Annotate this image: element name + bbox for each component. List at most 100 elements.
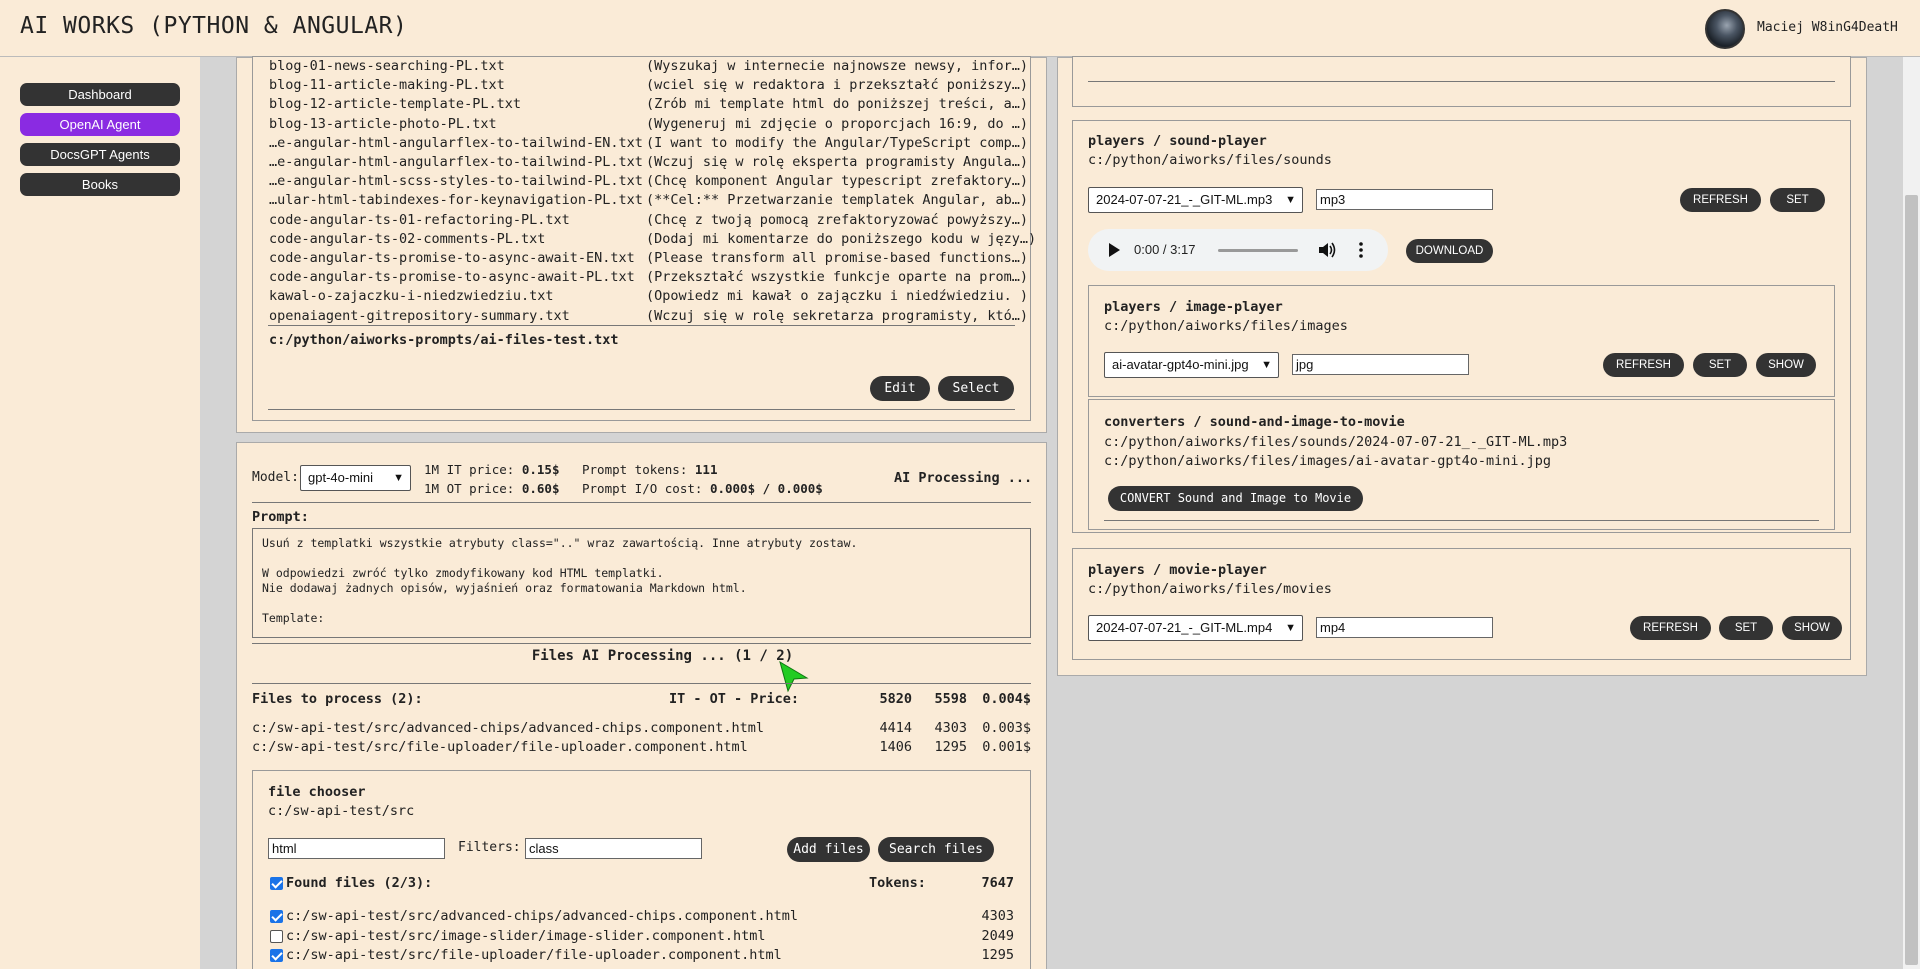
- prompt-file-name[interactable]: code-angular-ts-promise-to-async-await-E…: [269, 250, 635, 266]
- select-button[interactable]: Select: [938, 376, 1014, 401]
- extension-input[interactable]: html: [268, 838, 445, 859]
- scrollbar-thumb[interactable]: [1905, 195, 1918, 965]
- files-to-process-title: Files to process (2):: [252, 691, 423, 707]
- prompt-tokens: Prompt tokens: 111: [582, 462, 717, 477]
- file-checkbox[interactable]: [270, 949, 283, 962]
- io-cost: Prompt I/O cost: 0.000$ / 0.000$: [582, 481, 823, 496]
- io-cost-label: Prompt I/O cost:: [582, 481, 703, 496]
- ot-price-value: 0.60$: [521, 481, 560, 496]
- image-refresh-button[interactable]: REFRESH: [1603, 353, 1684, 377]
- sound-set-button[interactable]: SET: [1770, 188, 1825, 212]
- prompt-tokens-value: 111: [694, 462, 718, 477]
- prompt-line: Nie dodawaj żadnych opisów, wyjaśnień or…: [262, 581, 747, 595]
- user-name: Maciej W8inG4DeatH: [1757, 20, 1898, 35]
- prompt-file-preview[interactable]: (Przekształć wszystkie funkcje oparte na…: [646, 269, 1028, 285]
- image-player-path: c:/python/aiworks/files/images: [1104, 318, 1348, 334]
- image-set-button[interactable]: SET: [1693, 353, 1747, 377]
- sidebar-item-openai-agent[interactable]: OpenAI Agent: [20, 113, 180, 136]
- prompt-file-preview[interactable]: (Dodaj mi komentarze do poniższego kodu …: [646, 231, 1036, 247]
- file-checkbox[interactable]: [270, 910, 283, 923]
- found-file-path: c:/sw-api-test/src/advanced-chips/advanc…: [286, 908, 799, 924]
- download-button[interactable]: DOWNLOAD: [1406, 239, 1493, 263]
- movie-refresh-button[interactable]: REFRESH: [1630, 616, 1711, 640]
- io-cost-value: 0.000$ / 0.000$: [709, 481, 823, 496]
- prompt-file-preview[interactable]: (Opowiedz mi kawał o zajączku i niedźwie…: [646, 288, 1028, 304]
- movie-file-select[interactable]: 2024-07-07-21_-_GIT-ML.mp4 ▼: [1088, 615, 1303, 641]
- more-options-icon[interactable]: [1358, 241, 1364, 259]
- movie-show-button[interactable]: SHOW: [1782, 616, 1842, 640]
- audio-progress-slider[interactable]: [1218, 249, 1298, 252]
- file-checkbox[interactable]: [270, 929, 283, 943]
- sound-refresh-button[interactable]: REFRESH: [1680, 188, 1761, 212]
- convert-button[interactable]: CONVERT Sound and Image to Movie: [1108, 486, 1363, 511]
- prompt-file-preview[interactable]: (I want to modify the Angular/TypeScript…: [646, 135, 1028, 151]
- selected-prompt-path: c:/python/aiworks-prompts/ai-files-test.…: [269, 332, 619, 348]
- prompt-file-preview[interactable]: (Wygeneruj mi zdjęcie o proporcjach 16:9…: [646, 116, 1028, 132]
- prompt-file-name[interactable]: blog-12-article-template-PL.txt: [269, 96, 521, 112]
- it-price: 1M IT price: 0.15$: [424, 462, 559, 477]
- audio-player[interactable]: 0:00 / 3:17: [1088, 229, 1388, 271]
- prompt-file-preview[interactable]: (Zrób mi template html do poniższej treś…: [646, 96, 1028, 112]
- edit-button[interactable]: Edit: [870, 376, 930, 401]
- it-price-value: 0.15$: [521, 462, 560, 477]
- prompt-file-name[interactable]: openaiagent-gitrepository-summary.txt: [269, 308, 570, 324]
- sound-filter-input[interactable]: mp3: [1316, 189, 1493, 210]
- process-file-price: 0.001$: [982, 739, 1031, 755]
- process-columns-header: IT - OT - Price:: [669, 691, 800, 707]
- prompt-file-name[interactable]: code-angular-ts-02-comments-PL.txt: [269, 231, 545, 247]
- select-all-checkbox[interactable]: [270, 877, 283, 890]
- sidebar-item-books[interactable]: Books: [20, 173, 180, 196]
- prompt-file-name[interactable]: code-angular-ts-promise-to-async-await-P…: [269, 269, 635, 285]
- sidebar-item-dashboard[interactable]: Dashboard: [20, 83, 180, 106]
- prompt-file-name[interactable]: blog-13-article-photo-PL.txt: [269, 116, 497, 132]
- image-file-select[interactable]: ai-avatar-gpt4o-mini.jpg ▼: [1104, 352, 1279, 378]
- prompt-file-preview[interactable]: (Wczuj się w rolę sekretarza programisty…: [646, 308, 1028, 324]
- play-icon[interactable]: [1108, 243, 1120, 257]
- divider: [252, 643, 1031, 644]
- found-file-path: c:/sw-api-test/src/file-uploader/file-up…: [286, 947, 782, 963]
- prompt-file-preview[interactable]: (Chcę z twoją pomocą zrefaktoryzować pow…: [646, 212, 1028, 228]
- prompt-file-name[interactable]: kawal-o-zajaczku-i-niedzwiedziu.txt: [269, 288, 553, 304]
- sidebar-item-docsgpt-agents[interactable]: DocsGPT Agents: [20, 143, 180, 166]
- prompt-file-preview[interactable]: (Wyszukaj w internecie najnowsze newsy, …: [646, 58, 1028, 74]
- search-files-button[interactable]: Search files: [878, 837, 994, 862]
- prompt-file-preview[interactable]: (**Cel:** Przetwarzanie templatek Angula…: [646, 192, 1028, 208]
- movie-set-button[interactable]: SET: [1719, 616, 1773, 640]
- found-file-path: c:/sw-api-test/src/image-slider/image-sl…: [286, 927, 766, 944]
- prompt-file-name[interactable]: …e-angular-html-angularflex-to-tailwind-…: [269, 154, 643, 170]
- app-title: AI WORKS (PYTHON & ANGULAR): [20, 13, 408, 39]
- prompt-file-preview[interactable]: (Wczuj się w rolę eksperta programisty A…: [646, 154, 1028, 170]
- movie-player-card: players / movie-player c:/python/aiworks…: [1072, 548, 1851, 660]
- movie-player-path: c:/python/aiworks/files/movies: [1088, 581, 1332, 597]
- image-show-button[interactable]: SHOW: [1756, 353, 1816, 377]
- model-select[interactable]: gpt-4o-mini ▼: [300, 465, 411, 491]
- add-files-button[interactable]: Add files: [787, 837, 870, 862]
- chevron-down-icon: ▼: [1285, 622, 1296, 634]
- sound-file-select[interactable]: 2024-07-07-21_-_GIT-ML.mp3 ▼: [1088, 187, 1303, 213]
- divider: [268, 325, 1015, 326]
- prompt-file-preview[interactable]: (wciel się w redaktora i przekształć pon…: [646, 77, 1028, 93]
- audio-time: 0:00 / 3:17: [1134, 242, 1196, 257]
- image-filter-input[interactable]: jpg: [1292, 354, 1469, 375]
- model-label: Model:: [252, 470, 299, 485]
- prompt-file-name[interactable]: blog-01-news-searching-PL.txt: [269, 58, 505, 74]
- prompt-file-name[interactable]: code-angular-ts-01-refactoring-PL.txt: [269, 212, 570, 228]
- prompt-file-preview[interactable]: (Chcę komponent Angular typescript zrefa…: [646, 173, 1028, 189]
- movie-filter-input[interactable]: mp4: [1316, 617, 1493, 638]
- prompt-file-name[interactable]: blog-11-article-making-PL.txt: [269, 77, 505, 93]
- ot-price: 1M OT price: 0.60$: [424, 481, 559, 496]
- movie-file-value: 2024-07-07-21_-_GIT-ML.mp4: [1096, 620, 1273, 635]
- prompt-file-name[interactable]: …e-angular-html-angularflex-to-tailwind-…: [269, 135, 643, 151]
- filters-input[interactable]: class: [525, 838, 702, 859]
- avatar[interactable]: [1705, 9, 1745, 49]
- volume-icon[interactable]: [1319, 242, 1337, 258]
- prompt-textarea[interactable]: Usuń z templatki wszystkie atrybuty clas…: [252, 528, 1031, 638]
- found-file-tokens: 4303: [981, 908, 1014, 924]
- prompt-file-name[interactable]: …ular-html-tabindexes-for-keynavigation-…: [269, 192, 643, 208]
- divider: [1088, 81, 1835, 82]
- ai-status: AI Processing ...: [894, 470, 1033, 486]
- found-files-label: Found files (2/3):: [286, 875, 433, 891]
- prompt-file-name[interactable]: …e-angular-html-scss-styles-to-tailwind-…: [269, 173, 643, 189]
- converter-title: converters / sound-and-image-to-movie: [1104, 414, 1405, 430]
- prompt-file-preview[interactable]: (Please transform all promise-based func…: [646, 250, 1028, 266]
